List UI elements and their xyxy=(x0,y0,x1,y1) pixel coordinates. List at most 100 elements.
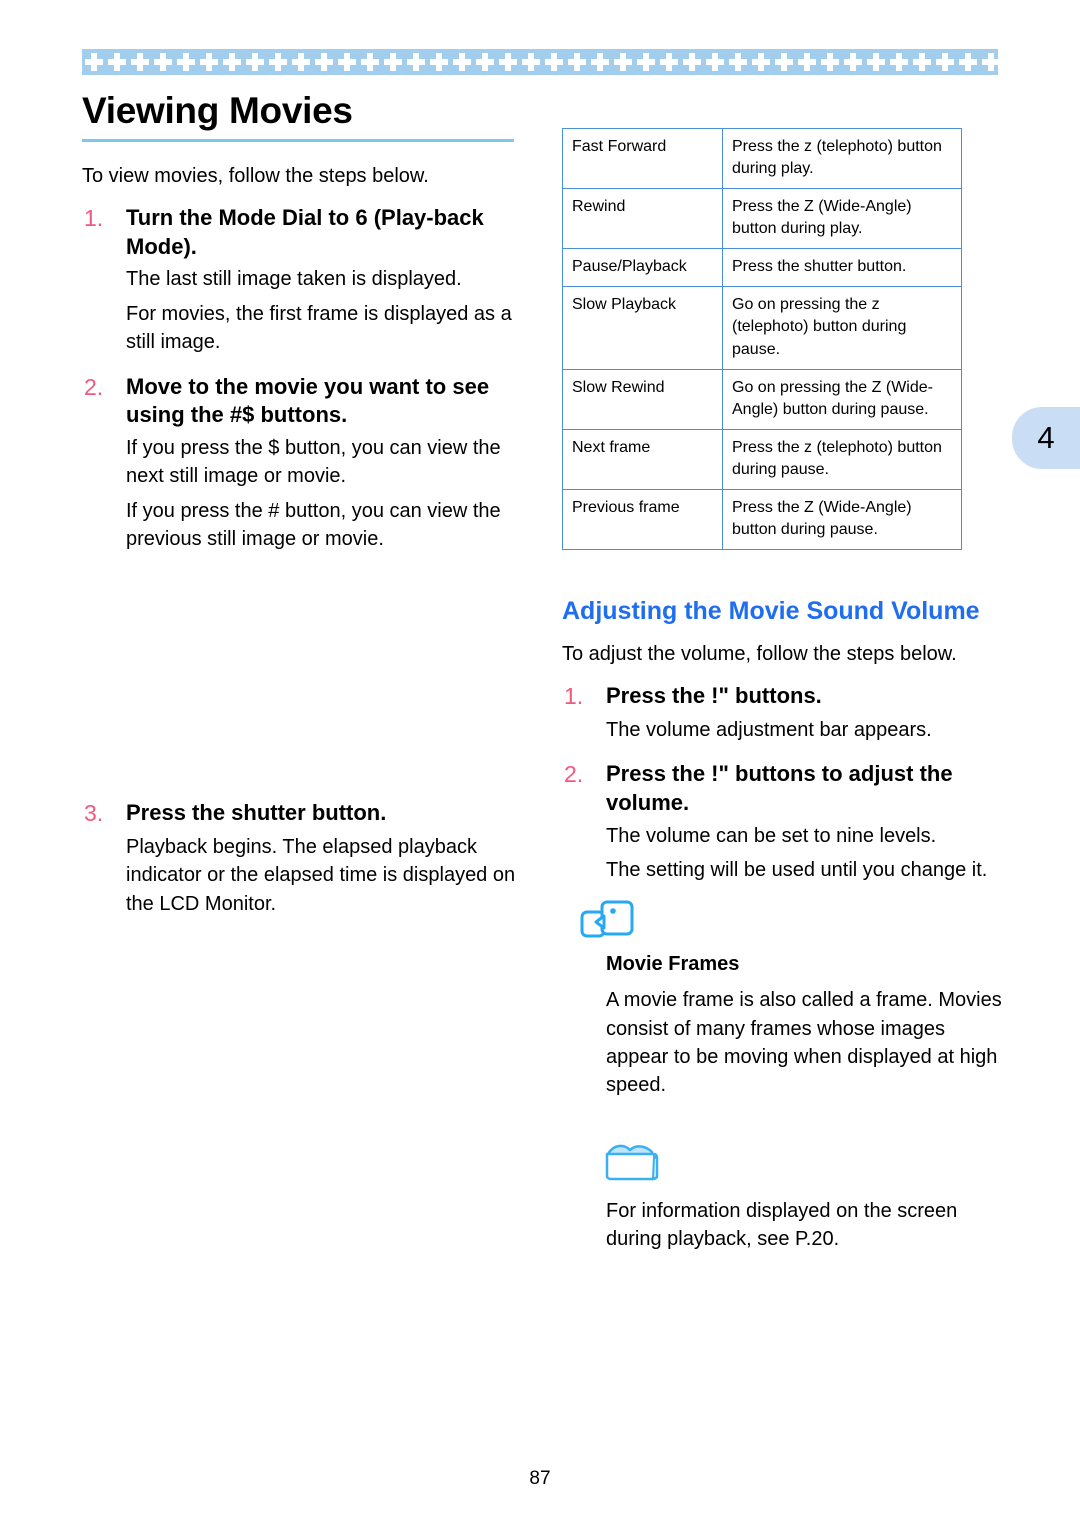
band-diamond-motif xyxy=(154,53,172,71)
operation-action: Go on pressing the z (telephoto) button … xyxy=(722,286,962,370)
band-diamond-motif xyxy=(200,53,218,71)
section-subheading: Adjusting the Movie Sound Volume xyxy=(562,597,980,626)
table-body: Fast Forward Press the z (telephoto) but… xyxy=(562,127,962,551)
step-1-body-line-2: For movies, the first frame is displayed… xyxy=(126,302,512,354)
playback-operations-table: Fast Forward Press the z (telephoto) but… xyxy=(562,127,962,551)
step-2: 2. Move to the movie you want to see usi… xyxy=(82,373,522,430)
volume-step-2-body-line-2: The setting will be used until you chang… xyxy=(606,858,988,881)
decorative-header-band xyxy=(82,49,998,75)
band-diamond-motif xyxy=(568,53,586,71)
table-row: Slow Playback Go on pressing the z (tele… xyxy=(562,286,962,370)
band-diamond-motif xyxy=(729,53,747,71)
band-diamond-motif xyxy=(499,53,517,71)
band-diamond-motif xyxy=(361,53,379,71)
band-diamond-motif xyxy=(775,53,793,71)
band-diamond-motif xyxy=(844,53,862,71)
volume-intro-paragraph: To adjust the volume, follow the steps b… xyxy=(562,643,957,666)
terms-note-icon-row xyxy=(580,900,1004,945)
step-3-heading: Press the shutter button. xyxy=(126,800,387,826)
band-diamond-motif xyxy=(85,53,103,71)
volume-step-2-body: The volume can be set to nine levels. Th… xyxy=(606,822,1004,885)
volume-step-2: 2. Press the !" buttons to adjust the vo… xyxy=(562,760,1004,817)
band-diamond-motif xyxy=(936,53,954,71)
band-diamond-motif xyxy=(246,53,264,71)
operation-name: Next frame xyxy=(562,428,723,490)
operation-action: Press the shutter button. xyxy=(722,248,962,288)
band-diamond-motif xyxy=(637,53,655,71)
band-diamond-motif xyxy=(545,53,563,71)
band-diamond-motif xyxy=(591,53,609,71)
operation-action: Go on pressing the Z (Wide-Angle) button… xyxy=(722,368,962,430)
band-diamond-motif xyxy=(660,53,678,71)
band-diamond-motif xyxy=(476,53,494,71)
band-diamond-motif xyxy=(315,53,333,71)
step-2-body-line-1: If you press the $ button, you can view … xyxy=(126,436,501,488)
band-diamond-motif xyxy=(913,53,931,71)
operation-action: Press the Z (Wide-Angle) button during p… xyxy=(722,488,962,551)
band-diamond-motif xyxy=(338,53,356,71)
volume-step-2-body-line-1: The volume can be set to nine levels. xyxy=(606,824,937,847)
left-column: Viewing Movies To view movies, follow th… xyxy=(82,90,522,924)
volume-step-1: 1. Press the !" buttons. xyxy=(562,682,1004,711)
chapter-tab-marker: 4 xyxy=(1012,407,1080,469)
table-row: Next frame Press the z (telephoto) butto… xyxy=(562,428,962,490)
band-diamond-motif xyxy=(430,53,448,71)
title-underline-rule xyxy=(82,138,514,142)
band-diamond-motif xyxy=(959,53,977,71)
operation-name: Slow Playback xyxy=(562,286,723,370)
terms-speech-bubble-icon xyxy=(580,900,634,938)
step-1-number: 1. xyxy=(84,205,104,232)
page-number: 87 xyxy=(529,1468,551,1489)
band-diamond-motif xyxy=(614,53,632,71)
note-title-movie-frames: Movie Frames xyxy=(606,953,740,976)
right-column: Fast Forward Press the z (telephoto) but… xyxy=(562,127,1004,1254)
note-body-text: A movie frame is also called a frame. Mo… xyxy=(606,989,1002,1097)
operation-name: Pause/Playback xyxy=(562,248,723,288)
band-diamond-motif xyxy=(522,53,540,71)
volume-step-1-number: 1. xyxy=(564,683,584,710)
table-row: Rewind Press the Z (Wide-Angle) button d… xyxy=(562,188,962,250)
note-body-text: For information displayed on the screen … xyxy=(606,1199,958,1251)
step-2-body-line-2: If you press the # button, you can view … xyxy=(126,499,501,550)
volume-step-1-heading: Press the !" buttons. xyxy=(606,683,822,709)
operation-name: Fast Forward xyxy=(562,127,723,190)
band-diamond-motif xyxy=(453,53,471,71)
band-diamond-motif xyxy=(867,53,885,71)
band-diamond-motif xyxy=(269,53,287,71)
step-3-body: Playback begins. The elapsed playback in… xyxy=(126,833,522,918)
step-1-heading: Turn the Mode Dial to 6 (Play-back Mode)… xyxy=(126,205,484,259)
step-1-body: The last still image taken is displayed.… xyxy=(126,265,522,356)
step-3-number: 3. xyxy=(84,800,104,827)
band-diamond-motif xyxy=(407,53,425,71)
operation-name: Previous frame xyxy=(562,488,723,551)
operation-action: Press the Z (Wide-Angle) button during p… xyxy=(722,188,962,250)
note-body-reference: For information displayed on the screen … xyxy=(606,1197,1004,1254)
band-diamond-motif xyxy=(223,53,241,71)
operation-name: Rewind xyxy=(562,188,723,250)
chapter-tab-label: 4 xyxy=(1037,420,1055,455)
band-diamond-motif xyxy=(292,53,310,71)
step-1-body-line-1: The last still image taken is displayed. xyxy=(126,268,462,291)
operation-name: Slow Rewind xyxy=(562,368,723,430)
step-2-number: 2. xyxy=(84,373,104,400)
band-diamond-motif xyxy=(821,53,839,71)
page-title: Viewing Movies xyxy=(82,90,353,131)
volume-step-2-number: 2. xyxy=(564,761,584,788)
band-diamond-motif xyxy=(982,53,998,71)
folder-reference-icon xyxy=(605,1144,659,1181)
table-row: Previous frame Press the Z (Wide-Angle) … xyxy=(562,488,962,551)
band-diamond-motif xyxy=(108,53,126,71)
band-diamond-motif xyxy=(890,53,908,71)
step-1: 1. Turn the Mode Dial to 6 (Play-back Mo… xyxy=(82,204,522,261)
table-row: Fast Forward Press the z (telephoto) but… xyxy=(562,127,962,190)
table-row: Pause/Playback Press the shutter button. xyxy=(562,248,962,288)
band-diamond-motif xyxy=(798,53,816,71)
table-row: Slow Rewind Go on pressing the Z (Wide-A… xyxy=(562,368,962,430)
note-body-movie-frames: A movie frame is also called a frame. Mo… xyxy=(606,986,1004,1100)
operation-action: Press the z (telephoto) button during pa… xyxy=(722,428,962,490)
band-diamond-motif xyxy=(706,53,724,71)
step-3-body-line-1: Playback begins. The elapsed playback in… xyxy=(126,835,516,915)
volume-step-1-body: The volume adjustment bar appears. xyxy=(606,716,1004,744)
operation-action: Press the z (telephoto) button during pl… xyxy=(722,127,962,190)
step-2-heading: Move to the movie you want to see using … xyxy=(126,373,490,428)
